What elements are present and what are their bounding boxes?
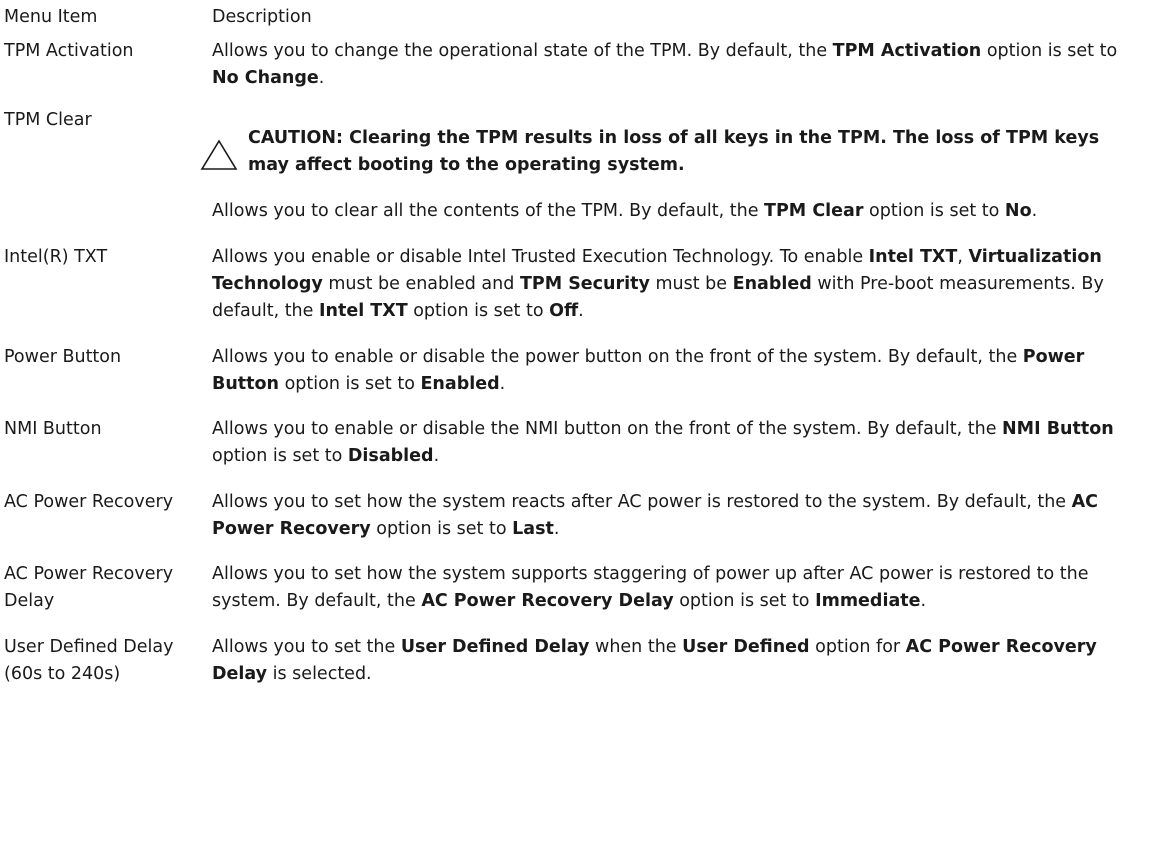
table-row: Power Button Allows you to enable or disa… xyxy=(4,344,1157,398)
table-row: User Defined Delay (60s to 240s) Allows y… xyxy=(4,634,1157,688)
menu-item-description: Allows you to set how the system reacts … xyxy=(212,489,1157,543)
option-name: Virtualization Technology xyxy=(212,247,1102,294)
option-name: No Change xyxy=(212,68,319,88)
option-name: Disabled xyxy=(347,446,434,466)
table-header: Menu Item Description xyxy=(4,0,1157,34)
description-text: Allows you to clear all the contents of … xyxy=(212,201,1038,221)
option-name: Off xyxy=(549,301,579,321)
menu-item-description: Allows you to enable or disable the NMI … xyxy=(212,416,1157,470)
caution-notice: CAUTION: Clearing the TPM results in los… xyxy=(200,125,1141,180)
menu-item-description: Allows you to enable or disable the powe… xyxy=(212,344,1157,398)
option-name: TPM Clear xyxy=(764,201,864,221)
option-name: Last xyxy=(512,519,554,539)
option-name: TPM Security xyxy=(519,274,650,294)
table-row: AC Power Recovery Allows you to set how t… xyxy=(4,489,1157,543)
menu-item-term: AC Power Recovery xyxy=(4,492,174,512)
header-menu-item: Menu Item xyxy=(4,7,98,27)
table-row: TPM Activation Allows you to change the o… xyxy=(4,38,1157,92)
menu-item-term: AC Power Recovery Delay xyxy=(4,564,174,611)
menu-item-term: NMI Button xyxy=(4,419,102,439)
option-name: NMI Button xyxy=(1002,419,1114,439)
menu-item-description: Allows you to change the operational sta… xyxy=(212,38,1157,92)
menu-item-description: Allows you to set the User Defined Delay… xyxy=(212,634,1157,688)
document: Menu Item Description TPM Activation Allo… xyxy=(0,0,1157,688)
table-row: TPM Clear CAUTION: Clearing the TPM resul… xyxy=(4,110,1157,225)
option-name: Intel TXT xyxy=(868,247,958,267)
option-name: User Defined Delay xyxy=(400,637,590,657)
option-name: Power Button xyxy=(212,347,1085,394)
table-row: NMI Button Allows you to enable or disabl… xyxy=(4,416,1157,470)
option-name: Enabled xyxy=(732,274,812,294)
description-text: Allows you to set how the system reacts … xyxy=(212,492,1099,539)
menu-item-term: TPM Clear xyxy=(4,110,92,130)
option-name: User Defined xyxy=(682,637,810,657)
menu-item-description: Allows you enable or disable Intel Trust… xyxy=(212,244,1157,325)
menu-item-term: User Defined Delay (60s to 240s) xyxy=(4,637,174,684)
menu-item-term: TPM Activation xyxy=(4,41,134,61)
caution-text: CAUTION: Clearing the TPM results in los… xyxy=(248,128,1100,175)
description-text: Allows you enable or disable Intel Trust… xyxy=(212,247,1104,321)
option-name: AC Power Recovery Delay xyxy=(212,637,1097,684)
description-text: Allows you to enable or disable the NMI … xyxy=(212,419,1114,466)
option-name: Enabled xyxy=(420,374,500,394)
table-body: TPM Activation Allows you to change the o… xyxy=(4,38,1157,688)
option-name: Intel TXT xyxy=(318,301,408,321)
menu-item-description: CAUTION: Clearing the TPM results in los… xyxy=(200,111,1157,225)
caution-triangle-icon xyxy=(200,125,248,180)
option-name: Immediate xyxy=(815,591,921,611)
table-row: AC Power Recovery Delay Allows you to set… xyxy=(4,561,1157,615)
option-name: No xyxy=(1004,201,1032,221)
header-description: Description xyxy=(212,7,312,27)
menu-item-description: Allows you to set how the system support… xyxy=(212,561,1157,615)
description-text: Allows you to change the operational sta… xyxy=(212,41,1118,88)
menu-item-term: Power Button xyxy=(4,347,122,367)
option-name: TPM Activation xyxy=(832,41,982,61)
menu-item-term: Intel(R) TXT xyxy=(4,247,108,267)
table-row: Intel(R) TXT Allows you enable or disable… xyxy=(4,244,1157,325)
description-text: Allows you to set the User Defined Delay… xyxy=(212,637,1097,684)
description-text: Allows you to enable or disable the powe… xyxy=(212,347,1085,394)
option-name: AC Power Recovery xyxy=(212,492,1099,539)
description-text: Allows you to set how the system support… xyxy=(212,564,1089,611)
option-name: AC Power Recovery Delay xyxy=(421,591,674,611)
